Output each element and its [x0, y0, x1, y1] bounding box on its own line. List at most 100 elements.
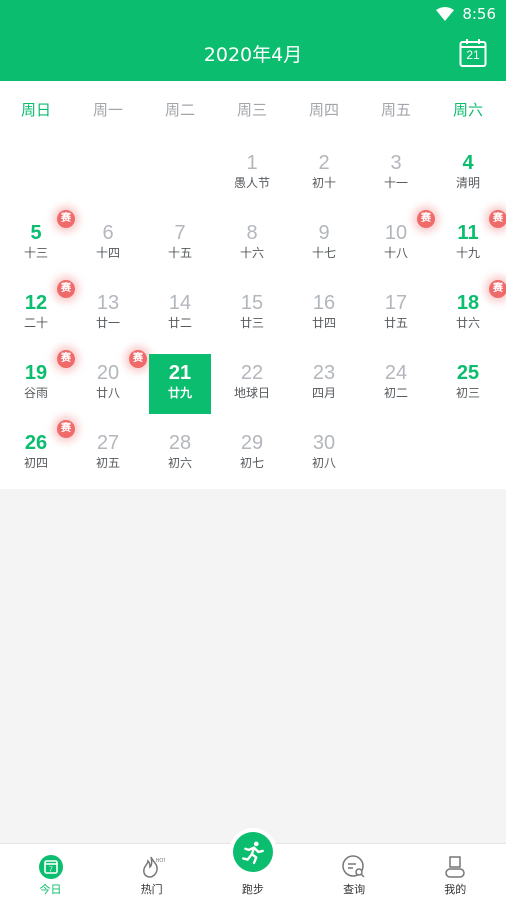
nav-tab-1[interactable]: HOT 热门: [101, 844, 202, 900]
day-number: 16: [312, 292, 336, 314]
calendar-day[interactable]: 29 初七: [221, 424, 283, 484]
race-badge: 赛: [129, 350, 147, 368]
calendar-today-icon: 7: [38, 854, 64, 880]
weekday-label: 周日: [20, 101, 51, 119]
bottom-navigation: 7 今日 HOT 热门 跑步 查询 我的: [0, 832, 506, 900]
calendar-day[interactable]: 20 廿八 赛: [77, 350, 147, 414]
lunar-date: 廿一: [95, 316, 120, 330]
day-number: 25: [456, 362, 480, 384]
svg-text:HOT: HOT: [155, 858, 164, 864]
race-badge: 赛: [57, 280, 75, 298]
lunar-date: 十八: [383, 246, 408, 260]
calendar-day[interactable]: 14 廿二: [149, 284, 211, 344]
day-number: 29: [240, 432, 264, 454]
day-number: 13: [96, 292, 120, 314]
lunar-date: 十一: [383, 176, 408, 190]
lunar-date: 廿九: [167, 386, 192, 400]
status-bar: 8:56: [436, 4, 496, 24]
calendar-day[interactable]: 25 初三: [437, 354, 499, 414]
calendar-day[interactable]: 17 廿五: [365, 284, 427, 344]
race-badge: 赛: [57, 350, 75, 368]
lunar-date: 初七: [239, 456, 264, 470]
day-number: 3: [390, 152, 402, 174]
running-man-icon: [232, 832, 273, 872]
lunar-date: 廿八: [95, 386, 120, 400]
weekday-label: 周六: [452, 101, 483, 119]
lunar-date: 十七: [311, 246, 336, 260]
fire-hot-icon: HOT: [139, 854, 166, 880]
weekday-label: 周二: [164, 101, 195, 119]
day-number: 26: [24, 432, 48, 454]
race-badge: 赛: [489, 280, 506, 298]
calendar-day[interactable]: 10 十八 赛: [365, 210, 435, 274]
lunar-date: 十六: [239, 246, 264, 260]
lunar-date: 初六: [167, 456, 192, 470]
calendar-day[interactable]: 18 廿六 赛: [437, 280, 506, 344]
lunar-date: 谷雨: [23, 386, 48, 400]
calendar-day[interactable]: 11 十九 赛: [437, 210, 506, 274]
lunar-date: 初八: [311, 456, 336, 470]
calendar-day[interactable]: 3 十一: [365, 144, 427, 204]
race-badge: 赛: [57, 210, 75, 228]
day-number: 7: [174, 222, 186, 244]
day-number: 21: [168, 362, 192, 384]
day-number: 27: [96, 432, 120, 454]
calendar-day[interactable]: 16 廿四: [293, 284, 355, 344]
status-time: 8:56: [462, 5, 496, 23]
calendar-day[interactable]: 15 廿三: [221, 284, 283, 344]
lunar-date: 十五: [167, 246, 192, 260]
day-number: 1: [246, 152, 258, 174]
calendar-day[interactable]: 2 初十: [293, 144, 355, 204]
nav-label: 查询: [343, 883, 366, 896]
day-number: 19: [24, 362, 48, 384]
calendar-day[interactable]: 5 十三 赛: [5, 210, 75, 274]
calendar-day[interactable]: 26 初四 赛: [5, 420, 75, 484]
nav-tab-2[interactable]: 跑步: [202, 832, 303, 900]
day-number: 20: [96, 362, 120, 384]
lunar-date: 十四: [95, 246, 120, 260]
race-badge: 赛: [489, 210, 506, 228]
nav-label: 热门: [140, 883, 163, 896]
day-number: 28: [168, 432, 192, 454]
weekday-label: 周四: [308, 101, 339, 119]
calendar-day[interactable]: 23 四月: [293, 354, 355, 414]
weekday-label: 周一: [92, 101, 123, 119]
wifi-icon: [436, 7, 455, 21]
lunar-date: 廿三: [239, 316, 264, 330]
day-number: 17: [384, 292, 408, 314]
weekday-label: 周五: [380, 101, 411, 119]
lunar-date: 清明: [455, 176, 480, 190]
day-number: 8: [246, 222, 258, 244]
calendar-day[interactable]: 1 愚人节: [221, 144, 283, 204]
header-bar: 8:56 2020年4月 21: [0, 0, 506, 81]
calendar-day-selected[interactable]: 21 廿九: [149, 354, 211, 414]
day-number: 5: [30, 222, 42, 244]
calendar-day[interactable]: 24 初二: [365, 354, 427, 414]
calendar-day[interactable]: 8 十六: [221, 214, 283, 274]
calendar-day[interactable]: 13 廿一: [77, 284, 139, 344]
calendar-day[interactable]: 28 初六: [149, 424, 211, 484]
calendar-day[interactable]: 30 初八: [293, 424, 355, 484]
nav-tab-4[interactable]: 我的: [405, 844, 506, 900]
calendar-day[interactable]: 12 二十 赛: [5, 280, 75, 344]
calendar-day[interactable]: 22 地球日: [221, 354, 283, 414]
nav-tab-3[interactable]: 查询: [304, 844, 405, 900]
calendar-day[interactable]: 6 十四: [77, 214, 139, 274]
svg-text:7: 7: [49, 867, 53, 874]
day-number: 9: [318, 222, 330, 244]
calendar-day[interactable]: 9 十七: [293, 214, 355, 274]
calendar-day[interactable]: 4 清明: [437, 144, 499, 204]
calendar-day[interactable]: 7 十五: [149, 214, 211, 274]
calendar-day[interactable]: 27 初五: [77, 424, 139, 484]
calendar-button-day: 21: [466, 48, 480, 62]
lunar-date: 十三: [23, 246, 48, 260]
calendar-today-button[interactable]: 21: [459, 38, 487, 68]
month-calendar: 周日 周一 周二 周三 周四 周五 周六 1 愚人节 2 初十 3 十一 4 清明 5 十三赛 6 十四 7 十五 8 十…: [0, 81, 506, 489]
calendar-day[interactable]: 19 谷雨 赛: [5, 350, 75, 414]
lunar-date: 初五: [95, 456, 120, 470]
race-badge: 赛: [417, 210, 435, 228]
profile-icon: [442, 854, 468, 880]
lunar-date: 初十: [311, 176, 336, 190]
nav-label: 跑步: [241, 883, 264, 896]
nav-tab-0[interactable]: 7 今日: [0, 844, 101, 900]
